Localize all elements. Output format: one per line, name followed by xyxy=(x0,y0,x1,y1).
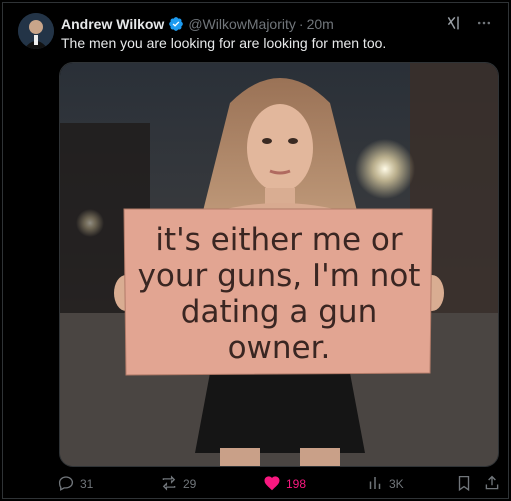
tweet-text: The men you are looking for are looking … xyxy=(61,35,387,51)
repost-icon xyxy=(160,474,178,495)
timestamp[interactable]: 20m xyxy=(307,16,334,32)
verified-badge-icon xyxy=(168,16,184,32)
views-icon xyxy=(366,474,384,495)
sign-line: owner. xyxy=(227,330,331,366)
bookmark-icon xyxy=(455,474,473,495)
reply-icon xyxy=(57,474,75,495)
heart-icon xyxy=(263,474,281,495)
sign-line: it's either me or xyxy=(155,222,403,258)
tweet-header: Andrew Wilkow @WilkowMajority · 20m xyxy=(61,14,334,34)
like-button[interactable]: 198 xyxy=(263,473,306,495)
tweet-card[interactable]: Andrew Wilkow @WilkowMajority · 20m The … xyxy=(2,2,509,499)
reply-button[interactable]: 31 xyxy=(57,473,93,495)
author-handle[interactable]: @WilkowMajority xyxy=(188,16,296,32)
tweet-media-image[interactable]: it's either me or your guns, I'm not dat… xyxy=(59,62,499,467)
repost-count: 29 xyxy=(183,477,197,491)
grok-icon[interactable] xyxy=(444,13,464,33)
author-name[interactable]: Andrew Wilkow xyxy=(61,16,164,32)
like-count: 198 xyxy=(286,477,307,491)
views-button[interactable]: 3K xyxy=(366,473,404,495)
bookmark-button[interactable] xyxy=(455,473,473,495)
avatar[interactable] xyxy=(18,13,54,49)
repost-button[interactable]: 29 xyxy=(160,473,196,495)
separator-dot: · xyxy=(298,16,304,32)
views-count: 3K xyxy=(389,477,404,491)
more-icon[interactable] xyxy=(474,13,494,33)
share-icon xyxy=(483,474,501,495)
tweet-actions: 31 29 198 3K xyxy=(55,473,503,495)
share-button[interactable] xyxy=(483,473,501,495)
reply-count: 31 xyxy=(80,477,94,491)
sign-line: dating a gun xyxy=(180,294,378,330)
sign-line: your guns, I'm not xyxy=(137,258,421,294)
header-actions xyxy=(444,13,494,33)
